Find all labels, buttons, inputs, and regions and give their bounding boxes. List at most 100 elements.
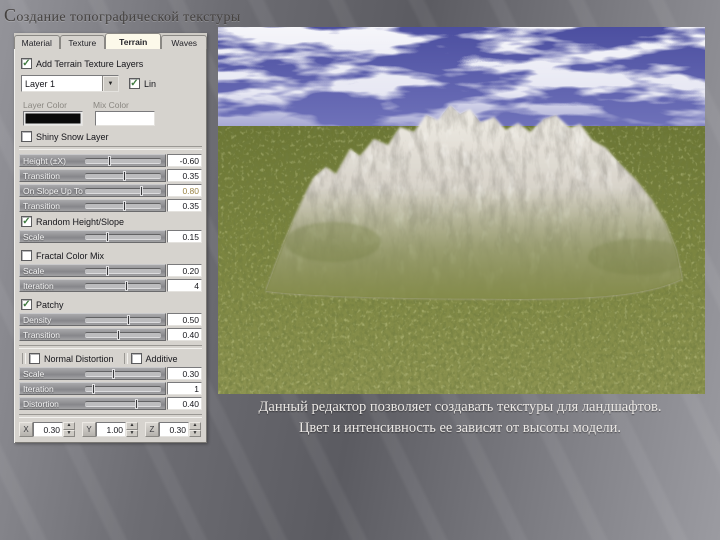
- slider-thumb[interactable]: [111, 368, 115, 379]
- checkbox-label: Patchy: [36, 299, 64, 310]
- xyz-scale-row: X 0.30 ▲ ▼ Y 1.00 ▲ ▼ Z 0.30 ▲ ▼: [19, 422, 202, 437]
- slider-thumb[interactable]: [124, 280, 128, 291]
- slider-track[interactable]: [85, 368, 161, 379]
- y-axis-button[interactable]: Y: [82, 422, 96, 437]
- slider-value[interactable]: 0.30: [167, 367, 202, 380]
- checkbox-lin[interactable]: ✓ Lin: [129, 78, 156, 89]
- tab-material[interactable]: Material: [14, 35, 60, 49]
- slider-value[interactable]: 0.40: [167, 328, 202, 341]
- slider-track[interactable]: [85, 329, 161, 340]
- checkbox-label: Lin: [144, 78, 157, 89]
- checkbox-shiny-snow-layer[interactable]: Shiny Snow Layer: [21, 131, 202, 142]
- spinner-up-icon[interactable]: ▲: [63, 422, 75, 430]
- slider-on-slope-up-to: On Slope Up To 0.80: [19, 184, 202, 197]
- slider-track[interactable]: [85, 200, 161, 211]
- slider-thumb[interactable]: [117, 329, 121, 340]
- divider: [19, 146, 202, 150]
- y-axis-value[interactable]: 1.00: [96, 422, 126, 437]
- slider-label: Distortion: [23, 398, 59, 409]
- slider-track[interactable]: [85, 314, 161, 325]
- checkbox-label: Random Height/Slope: [36, 216, 125, 227]
- checkbox-icon[interactable]: [21, 250, 32, 261]
- slider-value[interactable]: 0.80: [167, 184, 202, 197]
- z-axis-stepper[interactable]: ▲ ▼: [189, 422, 201, 437]
- tab-terrain[interactable]: Terrain: [105, 33, 162, 49]
- slider-thumb[interactable]: [134, 398, 138, 409]
- slider-value[interactable]: 1: [167, 382, 202, 395]
- spinner-up-icon[interactable]: ▲: [189, 422, 201, 430]
- tab-bar: Material Texture Terrain Waves: [14, 33, 207, 49]
- checkbox-additive[interactable]: Additive: [130, 353, 178, 364]
- checkbox-icon[interactable]: [130, 353, 142, 364]
- divider: [19, 414, 202, 418]
- slider-thumb[interactable]: [140, 185, 143, 196]
- z-axis-button[interactable]: Z: [145, 422, 159, 437]
- slider-distortion: Distortion 0.40: [19, 397, 202, 410]
- slider-transition-1: Transition 0.35: [19, 169, 202, 182]
- layer-select-dropdown[interactable]: Layer 1 ▼: [21, 75, 119, 92]
- slide-caption: Данный редактор позволяет создавать текс…: [212, 397, 708, 439]
- slider-thumb[interactable]: [127, 314, 131, 325]
- slider-thumb[interactable]: [105, 265, 109, 276]
- z-axis-value[interactable]: 0.30: [159, 422, 189, 437]
- checkbox-icon[interactable]: ✓: [21, 216, 32, 227]
- checkbox-icon[interactable]: [21, 131, 32, 142]
- y-axis-stepper[interactable]: ▲ ▼: [126, 422, 138, 437]
- slider-value[interactable]: 0.35: [167, 169, 202, 182]
- checkbox-icon[interactable]: ✓: [21, 299, 32, 310]
- spinner-down-icon[interactable]: ▼: [189, 429, 201, 437]
- caption-line-2: Цвет и интенсивность ее зависят от высот…: [298, 420, 622, 436]
- tab-texture[interactable]: Texture: [59, 35, 106, 49]
- mix-color-swatch[interactable]: [95, 111, 155, 126]
- slider-thumb[interactable]: [108, 155, 112, 166]
- slider-value[interactable]: 0.40: [167, 397, 202, 410]
- x-axis-value[interactable]: 0.30: [33, 422, 63, 437]
- x-axis-stepper[interactable]: ▲ ▼: [63, 422, 75, 437]
- swatch-labels: Layer Color Mix Color: [23, 100, 202, 110]
- checkbox-icon[interactable]: ✓: [21, 58, 32, 69]
- slider-label: Transition: [23, 329, 61, 340]
- z-axis-field: Z 0.30 ▲ ▼: [145, 422, 201, 437]
- spinner-up-icon[interactable]: ▲: [126, 422, 138, 430]
- layer-color-swatch[interactable]: [23, 111, 83, 126]
- spinner-down-icon[interactable]: ▼: [63, 429, 75, 437]
- slider-thumb[interactable]: [122, 170, 126, 181]
- slider-track[interactable]: [85, 383, 161, 394]
- chevron-down-icon[interactable]: ▼: [102, 76, 118, 91]
- slider-thumb[interactable]: [105, 231, 109, 242]
- checkbox-add-terrain-texture-layers[interactable]: ✓ Add Terrain Texture Layers: [21, 58, 202, 69]
- slider-bar: Height (±X): [19, 154, 166, 167]
- slider-track[interactable]: [85, 185, 161, 196]
- slider-track[interactable]: [85, 398, 161, 409]
- slider-track[interactable]: [85, 280, 161, 291]
- spinner-down-icon[interactable]: ▼: [126, 429, 138, 437]
- slider-track[interactable]: [85, 231, 161, 242]
- terrain-texture-editor-panel: Material Texture Terrain Waves ✓ Add Ter…: [14, 33, 207, 443]
- slider-transition-2: Transition 0.35: [19, 199, 202, 212]
- checkbox-icon[interactable]: [29, 353, 40, 364]
- mix-color-label: Mix Color: [93, 100, 129, 110]
- slider-value[interactable]: 0.20: [167, 264, 202, 277]
- slider-thumb[interactable]: [122, 200, 126, 211]
- checkbox-fractal-color-mix[interactable]: Fractal Color Mix: [21, 250, 202, 261]
- checkbox-normal-distortion[interactable]: Normal Distortion: [29, 353, 114, 364]
- slider-track[interactable]: [85, 265, 161, 276]
- slider-value[interactable]: -0.60: [167, 154, 202, 167]
- swatch-row: [23, 111, 202, 126]
- x-axis-button[interactable]: X: [19, 422, 33, 437]
- checkbox-label: Normal Distortion: [44, 353, 114, 364]
- slider-bar: Iteration: [19, 279, 166, 292]
- slider-value[interactable]: 0.15: [167, 230, 202, 243]
- slider-label: Scale: [23, 368, 45, 379]
- tab-waves[interactable]: Waves: [161, 35, 207, 49]
- slider-thumb[interactable]: [92, 383, 96, 394]
- slider-value[interactable]: 0.50: [167, 313, 202, 326]
- slider-track[interactable]: [85, 155, 161, 166]
- checkbox-patchy[interactable]: ✓ Patchy: [21, 299, 202, 310]
- checkbox-random-height-slope[interactable]: ✓ Random Height/Slope: [21, 216, 202, 227]
- slider-bar: Transition: [19, 328, 166, 341]
- slider-value[interactable]: 0.35: [167, 199, 202, 212]
- checkbox-icon[interactable]: ✓: [129, 78, 140, 89]
- slider-value[interactable]: 4: [167, 279, 202, 292]
- slider-track[interactable]: [85, 170, 161, 181]
